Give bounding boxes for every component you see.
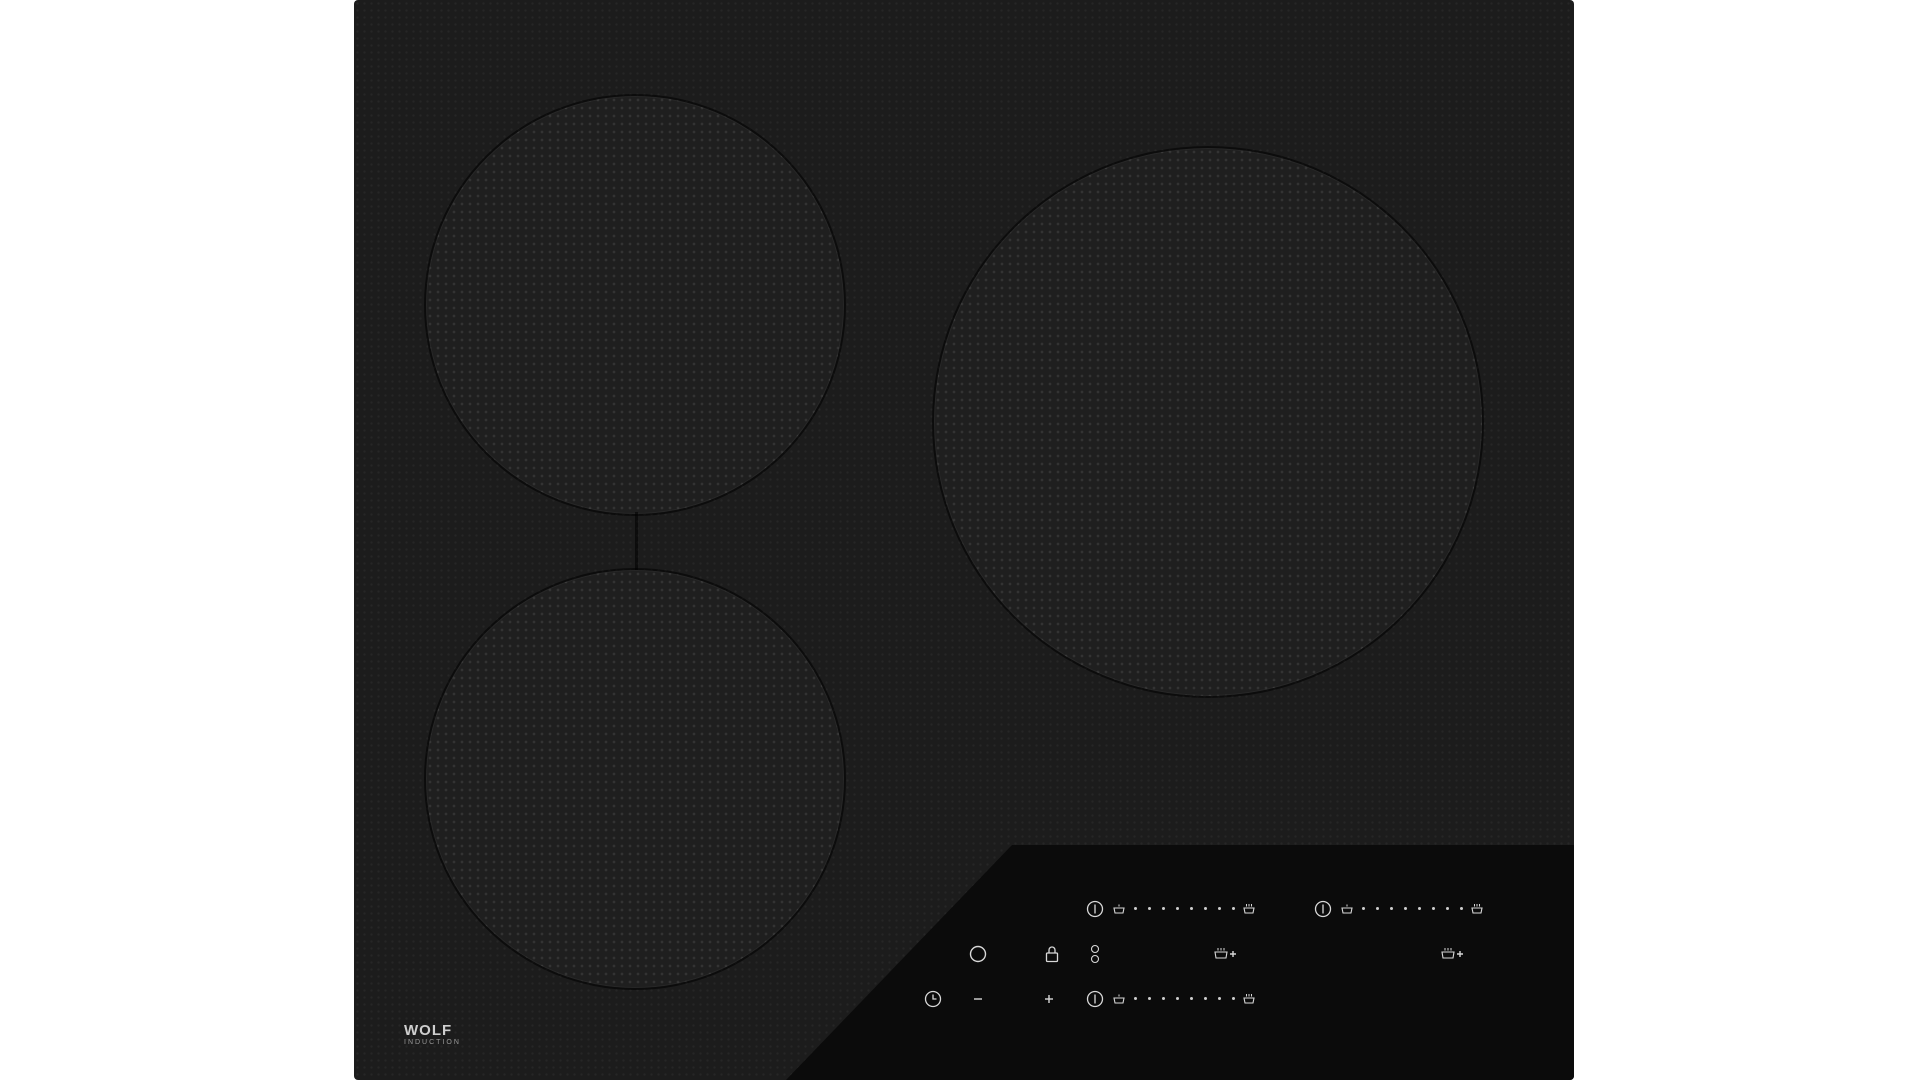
slider-step xyxy=(1445,907,1449,910)
slider-step xyxy=(1459,907,1463,910)
bridge-icon[interactable] xyxy=(1087,943,1103,965)
slider-step xyxy=(1175,907,1179,910)
slider-step xyxy=(1133,997,1137,1000)
slider-step xyxy=(1217,997,1221,1000)
pot-high-icon xyxy=(1241,902,1257,916)
burner-rear-left xyxy=(426,96,844,514)
slider-step xyxy=(1161,907,1165,910)
brand-logo: WOLF INDUCTION xyxy=(404,1023,461,1047)
brand-name: WOLF xyxy=(404,1022,453,1039)
zone-power-icon[interactable] xyxy=(1313,899,1333,919)
brand-subtitle: INDUCTION xyxy=(404,1039,461,1046)
plus-icon[interactable] xyxy=(1040,990,1058,1008)
timer-icon[interactable] xyxy=(923,989,943,1009)
slider-step xyxy=(1189,907,1193,910)
bridge-link xyxy=(635,512,638,570)
zone-power-icon[interactable] xyxy=(1085,989,1105,1009)
slider-step xyxy=(1403,907,1407,910)
slider-step xyxy=(1417,907,1421,910)
slider-step xyxy=(1203,997,1207,1000)
minus-icon[interactable] xyxy=(969,992,987,1006)
slider-step xyxy=(1203,907,1207,910)
pot-high-icon xyxy=(1241,992,1257,1006)
pot-low-icon xyxy=(1339,902,1355,916)
slider-step xyxy=(1431,907,1435,910)
boost-icon[interactable] xyxy=(1212,945,1240,961)
slider-step xyxy=(1231,997,1235,1000)
burner-right xyxy=(934,148,1482,696)
power-slider-rear-left[interactable] xyxy=(1128,907,1240,910)
slider-step xyxy=(1189,997,1193,1000)
pot-high-icon xyxy=(1469,902,1485,916)
slider-step xyxy=(1147,907,1151,910)
slider-step xyxy=(1231,907,1235,910)
pot-low-icon xyxy=(1111,902,1127,916)
product-image-stage: WOLF INDUCTION xyxy=(0,0,1920,1080)
slider-step xyxy=(1217,907,1221,910)
power-slider-front-left[interactable] xyxy=(1128,997,1240,1000)
boost-icon[interactable] xyxy=(1439,945,1467,961)
slider-step xyxy=(1389,907,1393,910)
slider-step xyxy=(1361,907,1365,910)
slider-step xyxy=(1375,907,1379,910)
slider-step xyxy=(1161,997,1165,1000)
slider-step xyxy=(1175,997,1179,1000)
power-icon[interactable] xyxy=(968,944,988,964)
slider-step xyxy=(1147,997,1151,1000)
lock-icon[interactable] xyxy=(1042,943,1062,965)
burner-front-left xyxy=(426,570,844,988)
zone-power-icon[interactable] xyxy=(1085,899,1105,919)
power-slider-right[interactable] xyxy=(1356,907,1468,910)
pot-low-icon xyxy=(1111,992,1127,1006)
slider-step xyxy=(1133,907,1137,910)
induction-cooktop: WOLF INDUCTION xyxy=(354,0,1574,1080)
